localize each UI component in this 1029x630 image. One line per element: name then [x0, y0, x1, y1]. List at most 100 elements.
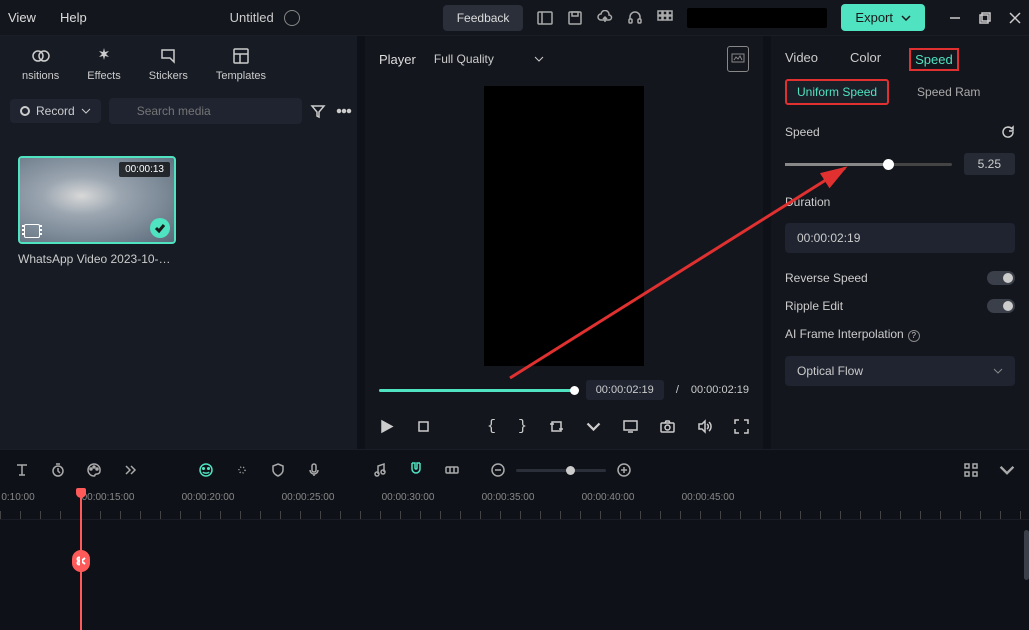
chevron-down-icon[interactable]: [586, 419, 601, 434]
play-icon[interactable]: [379, 419, 394, 434]
reverse-speed-toggle[interactable]: [987, 271, 1015, 285]
mark-out-icon[interactable]: }: [518, 418, 527, 435]
tab-effects[interactable]: Effects: [73, 40, 134, 88]
palette-icon[interactable]: [86, 462, 102, 478]
camera-icon[interactable]: [660, 419, 675, 434]
main-area: nsitions Effects Stickers Templates Reco…: [0, 36, 1029, 449]
tab-stickers[interactable]: Stickers: [135, 40, 202, 88]
timeline: 0:10:00 00:00:15:00 00:00:20:00 00:00:25…: [0, 449, 1029, 615]
link-icon[interactable]: [444, 462, 460, 478]
duration-label: Duration: [785, 195, 830, 209]
filter-icon[interactable]: [310, 103, 326, 119]
media-thumbnail[interactable]: 00:00:13: [18, 156, 176, 244]
tab-templates[interactable]: Templates: [202, 40, 280, 88]
stop-icon[interactable]: [416, 419, 431, 434]
shield-icon[interactable]: [270, 462, 286, 478]
reverse-speed-label: Reverse Speed: [785, 271, 868, 285]
tab-speed[interactable]: Speed: [909, 48, 959, 71]
apps-grid-icon[interactable]: [657, 10, 673, 26]
menu-view[interactable]: View: [8, 10, 36, 25]
duration-badge: 00:00:13: [119, 162, 170, 177]
timer-icon[interactable]: [50, 462, 66, 478]
zoom-out-icon[interactable]: [490, 462, 506, 478]
speed-value[interactable]: 5.25: [964, 153, 1015, 175]
media-label: WhatsApp Video 2023-10-05...: [18, 252, 176, 266]
tab-transitions[interactable]: nsitions: [8, 40, 73, 88]
menu-help[interactable]: Help: [60, 10, 87, 25]
cloud-upload-icon[interactable]: [597, 10, 613, 26]
cloud-sync-icon[interactable]: [284, 10, 300, 26]
close-icon[interactable]: [1009, 12, 1021, 24]
ruler-time: 0:10:00: [1, 492, 34, 503]
media-library: 00:00:13 WhatsApp Video 2023-10-05...: [0, 130, 357, 449]
time-total: 00:00:02:19: [691, 384, 749, 396]
display-icon[interactable]: [623, 419, 638, 434]
snapshot-button[interactable]: [727, 46, 749, 72]
more-tools-icon[interactable]: [122, 462, 138, 478]
crop-icon[interactable]: [549, 419, 564, 434]
subtab-uniform-speed[interactable]: Uniform Speed: [785, 79, 889, 105]
player-panel: Player Full Quality 00:00:02:19 / 00:00:…: [365, 36, 763, 449]
filter-icons: [310, 103, 352, 119]
playhead[interactable]: [80, 490, 82, 630]
duration-input[interactable]: [785, 223, 1015, 253]
progress-slider[interactable]: [379, 389, 574, 392]
mic-icon[interactable]: [306, 462, 322, 478]
top-tools: Feedback Export: [443, 4, 1021, 31]
export-button[interactable]: Export: [841, 4, 925, 31]
help-icon[interactable]: ?: [908, 330, 920, 342]
video-frame: [484, 86, 644, 366]
subtab-speed-ramp[interactable]: Speed Ram: [907, 81, 990, 103]
player-controls: { }: [365, 410, 763, 449]
layout-icon[interactable]: [537, 10, 553, 26]
redacted-area: [687, 8, 827, 28]
speed-label: Speed: [785, 125, 820, 139]
volume-icon[interactable]: [697, 419, 712, 434]
music-icon[interactable]: [372, 462, 388, 478]
main-menu: View Help: [8, 10, 87, 25]
ruler-time: 00:00:35:00: [482, 492, 535, 503]
record-icon: [20, 106, 30, 116]
dropdown-icon[interactable]: [999, 462, 1015, 478]
save-icon[interactable]: [567, 10, 583, 26]
feedback-button[interactable]: Feedback: [443, 5, 524, 31]
grid-view-icon[interactable]: [963, 462, 979, 478]
timeline-scrollbar[interactable]: [1024, 530, 1029, 580]
player-viewport[interactable]: [365, 82, 763, 370]
speed-subtabs: Uniform Speed Speed Ram: [771, 79, 1029, 115]
ai-interpolation-select[interactable]: Optical Flow: [785, 356, 1015, 386]
record-button[interactable]: Record: [10, 99, 101, 123]
check-icon: [150, 218, 170, 238]
player-progress: 00:00:02:19 / 00:00:02:19: [365, 370, 763, 410]
text-tool-icon[interactable]: [14, 462, 30, 478]
timeline-ruler[interactable]: 0:10:00 00:00:15:00 00:00:20:00 00:00:25…: [0, 490, 1029, 520]
reset-icon[interactable]: [1001, 125, 1015, 139]
document-title: Untitled: [230, 10, 274, 25]
tab-video[interactable]: Video: [785, 50, 818, 69]
search-input[interactable]: [109, 98, 302, 124]
more-icon[interactable]: [336, 103, 352, 119]
properties-tabs: Video Color Speed: [771, 36, 1029, 79]
fullscreen-icon[interactable]: [734, 419, 749, 434]
maximize-icon[interactable]: [979, 12, 991, 24]
quality-select[interactable]: Full Quality: [434, 52, 544, 66]
magnet-icon[interactable]: [408, 460, 424, 476]
zoom-in-icon[interactable]: [616, 462, 632, 478]
face-icon[interactable]: [198, 462, 214, 478]
ripple-edit-toggle[interactable]: [987, 299, 1015, 313]
timeline-zoom: [490, 462, 632, 478]
speed-slider[interactable]: [785, 163, 952, 166]
ai-interpolation-label: AI Frame Interpolation?: [785, 327, 920, 342]
zoom-slider[interactable]: [516, 469, 606, 472]
speed-section: Speed 5.25 Duration Reverse Speed Ripple…: [771, 115, 1029, 396]
headphones-icon[interactable]: [627, 10, 643, 26]
window-controls: [949, 12, 1021, 24]
mark-in-icon[interactable]: {: [487, 418, 496, 435]
media-item[interactable]: 00:00:13 WhatsApp Video 2023-10-05...: [18, 156, 176, 266]
media-panel: nsitions Effects Stickers Templates Reco…: [0, 36, 357, 449]
sparkle-icon[interactable]: [234, 462, 250, 478]
player-header: Player Full Quality: [365, 36, 763, 82]
tab-color[interactable]: Color: [850, 50, 881, 69]
minimize-icon[interactable]: [949, 12, 961, 24]
ruler-time: 00:00:25:00: [282, 492, 335, 503]
